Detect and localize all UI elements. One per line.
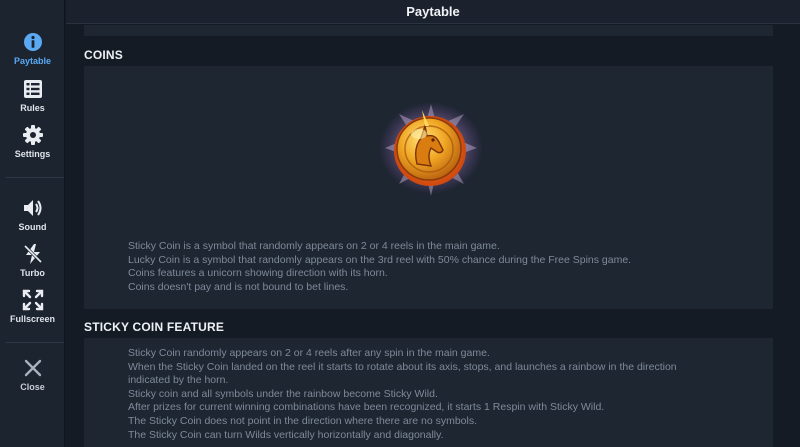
coins-description: Sticky Coin is a symbol that randomly ap… <box>128 240 748 294</box>
speaker-icon <box>22 197 44 219</box>
sidebar-item-label: Sound <box>18 222 47 232</box>
description-line: Lucky Coin is a symbol that randomly app… <box>128 253 632 266</box>
sticky-coin-panel: Sticky Coin randomly appears on 2 or 4 r… <box>84 338 773 447</box>
sidebar-item-settings[interactable]: Settings <box>0 124 65 159</box>
description-line: When the Sticky Coin landed on the reel … <box>128 360 677 373</box>
coin-symbol-image <box>369 96 489 206</box>
sidebar-item-label: Fullscreen <box>9 314 56 324</box>
paytable-content[interactable]: COINS Sticky Coin is a symbol that rando… <box>66 25 800 447</box>
section-title-sticky-coin-feature: STICKY COIN FEATURE <box>84 320 225 334</box>
sidebar-item-rules[interactable]: Rules <box>0 78 65 113</box>
sidebar-item-label: Close <box>20 382 45 392</box>
close-icon <box>22 357 44 379</box>
section-title-coins: COINS <box>84 48 124 62</box>
sidebar-item-label: Turbo <box>20 268 45 278</box>
sticky-coin-description: Sticky Coin randomly appears on 2 or 4 r… <box>128 347 768 442</box>
sidebar-item-turbo[interactable]: Turbo <box>0 243 65 278</box>
description-line: The Sticky Coin does not point in the di… <box>128 414 478 427</box>
description-line: Sticky Coin is a symbol that randomly ap… <box>128 240 500 252</box>
sidebar-item-sound[interactable]: Sound <box>0 197 65 232</box>
previous-section-panel <box>84 25 773 36</box>
description-line: Coins features a unicorn showing directi… <box>128 267 388 280</box>
fullscreen-icon <box>22 289 44 311</box>
list-icon <box>22 78 44 100</box>
sidebar-divider <box>6 342 64 343</box>
gear-icon <box>22 124 44 146</box>
description-line: Sticky Coin randomly appears on 2 or 4 r… <box>128 347 490 359</box>
sidebar-item-label: Settings <box>14 149 51 159</box>
coins-panel: Sticky Coin is a symbol that randomly ap… <box>84 66 773 309</box>
description-line: The Sticky Coin can turn Wilds verticall… <box>128 428 444 441</box>
sidebar-item-label: Paytable <box>13 56 52 66</box>
lightning-off-icon <box>22 243 44 265</box>
sidebar-item-fullscreen[interactable]: Fullscreen <box>0 289 65 324</box>
description-line: indicated by the horn. <box>128 374 229 387</box>
sidebar-item-close[interactable]: Close <box>0 357 65 392</box>
header: Paytable <box>66 0 800 24</box>
description-line: Sticky coin and all symbols under the ra… <box>128 387 438 400</box>
description-line: Coins doesn't pay and is not bound to be… <box>128 280 349 293</box>
info-icon <box>22 31 44 53</box>
page-title: Paytable <box>406 4 460 19</box>
sidebar: Paytable Rules Settings Sound Turbo Full… <box>0 0 65 447</box>
sidebar-item-label: Rules <box>20 103 45 113</box>
sidebar-divider <box>6 177 64 178</box>
sidebar-item-paytable[interactable]: Paytable <box>0 31 65 66</box>
description-line: After prizes for current winning combina… <box>128 401 605 414</box>
